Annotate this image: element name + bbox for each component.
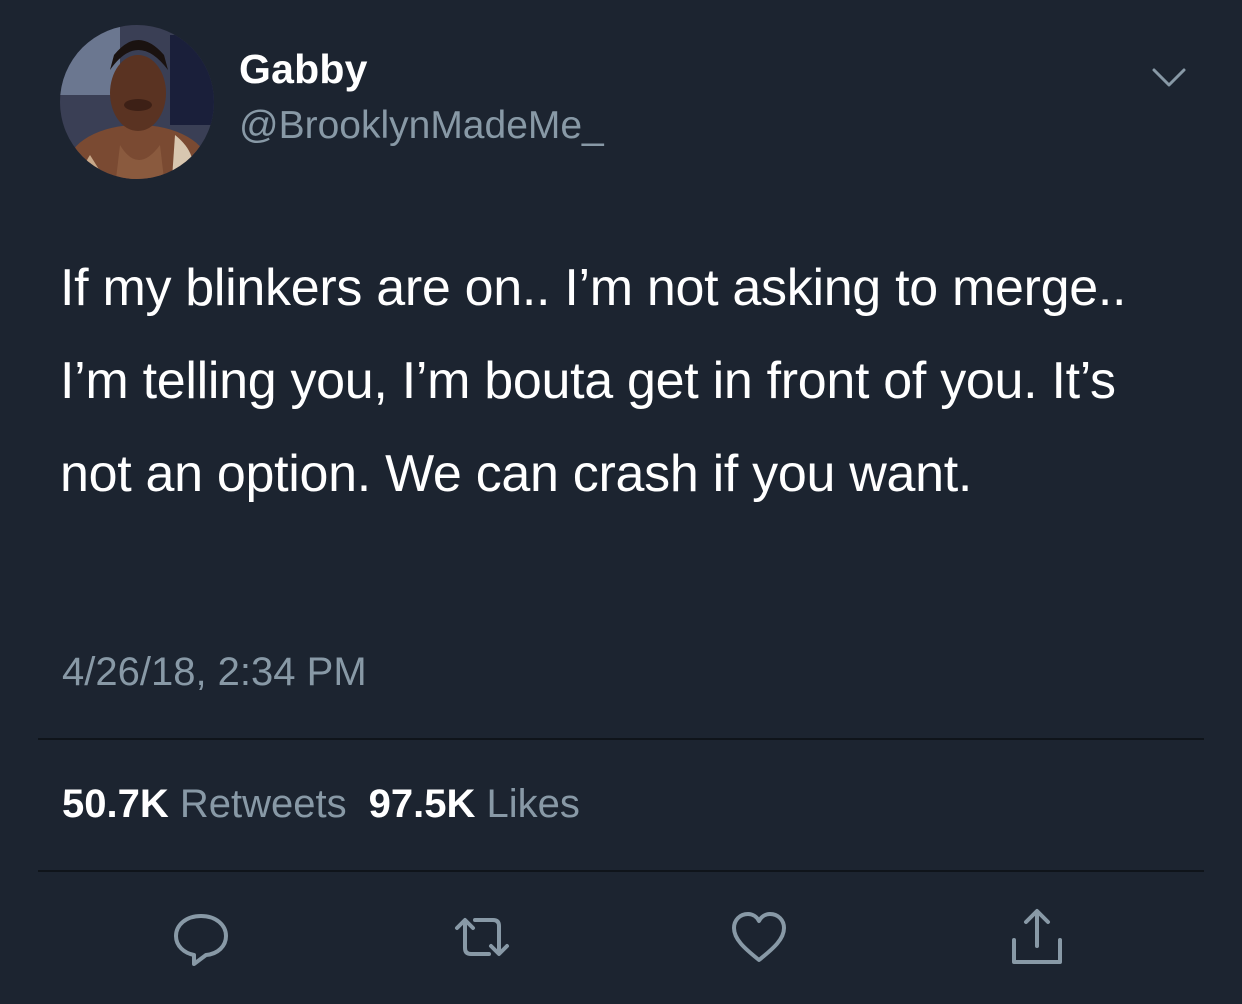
heart-icon bbox=[732, 912, 786, 962]
display-name[interactable]: Gabby bbox=[239, 46, 368, 93]
likes-count: 97.5K bbox=[368, 782, 476, 826]
divider bbox=[38, 870, 1204, 872]
retweets-count: 50.7K bbox=[62, 782, 169, 826]
like-button[interactable] bbox=[724, 902, 794, 972]
action-bar bbox=[0, 902, 1242, 972]
retweet-icon bbox=[455, 918, 509, 956]
reply-icon bbox=[174, 914, 228, 966]
share-icon bbox=[1012, 909, 1062, 964]
chevron-down-icon[interactable] bbox=[1148, 60, 1190, 96]
retweets-label: Retweets bbox=[179, 782, 347, 826]
divider bbox=[38, 738, 1204, 740]
likes-stat[interactable]: 97.5K Likes bbox=[369, 782, 580, 826]
avatar[interactable] bbox=[60, 25, 214, 179]
share-button[interactable] bbox=[1002, 902, 1072, 972]
user-handle[interactable]: @BrooklynMadeMe_ bbox=[239, 104, 604, 148]
tweet-detail: Gabby @BrooklynMadeMe_ If my blinkers ar… bbox=[0, 0, 1242, 1004]
likes-label: Likes bbox=[486, 782, 580, 826]
reply-button[interactable] bbox=[166, 902, 236, 972]
profile-photo-image bbox=[60, 25, 214, 179]
retweets-stat[interactable]: 50.7K Retweets bbox=[62, 782, 347, 826]
tweet-timestamp[interactable]: 4/26/18, 2:34 PM bbox=[62, 650, 367, 695]
engagement-stats: 50.7K Retweets 97.5K Likes bbox=[62, 782, 602, 827]
tweet-text: If my blinkers are on.. I’m not asking t… bbox=[60, 259, 1127, 503]
retweet-button[interactable] bbox=[447, 902, 517, 972]
